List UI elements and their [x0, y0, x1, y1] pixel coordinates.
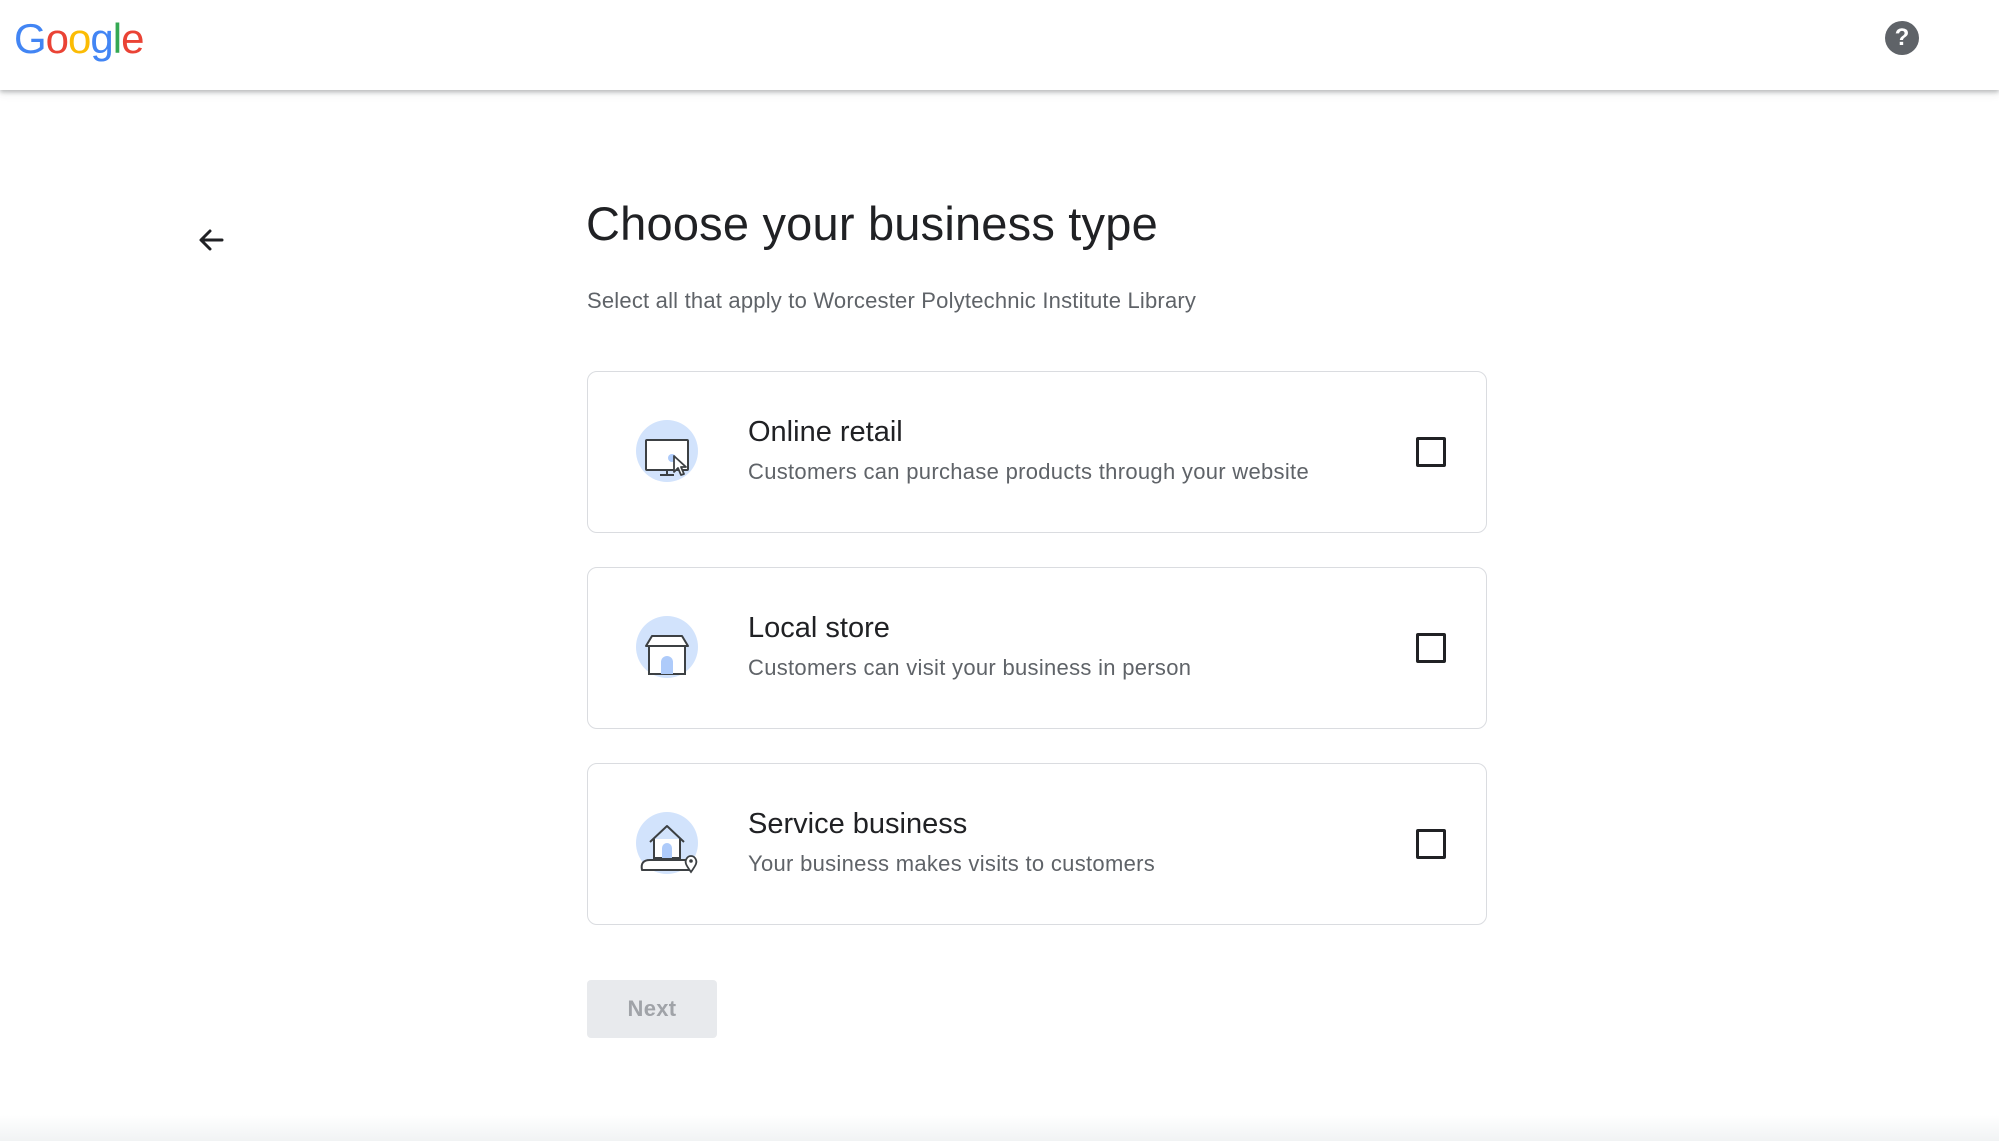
arrow-left-icon — [199, 229, 224, 251]
top-app-bar: Google ? — [0, 0, 1999, 90]
page-subtitle: Select all that apply to Worcester Polyt… — [587, 288, 1197, 313]
logo-letter-6: e — [121, 15, 144, 62]
local-store-checkbox[interactable] — [1416, 633, 1446, 663]
option-description: Customers can visit your business in per… — [748, 655, 1192, 680]
logo-letter-2: o — [45, 15, 69, 62]
logo-letter-4: g — [90, 15, 113, 62]
page-title: Choose your business type — [586, 197, 1158, 250]
option-description: Customers can purchase products through … — [748, 459, 1309, 484]
local-store-icon — [636, 616, 698, 678]
footer-shade — [0, 1115, 1999, 1141]
service-business-icon — [636, 812, 698, 874]
option-label: Online retail — [748, 416, 903, 448]
next-button[interactable]: Next — [587, 980, 717, 1038]
logo-letter-5: l — [112, 15, 122, 62]
online-retail-icon — [636, 420, 698, 482]
option-online-retail[interactable]: Online retail Customers can purchase pro… — [587, 371, 1487, 533]
help-icon[interactable]: ? — [1885, 21, 1919, 55]
option-label: Local store — [748, 612, 890, 644]
logo-letter-1: G — [14, 15, 47, 62]
option-label: Service business — [748, 808, 968, 840]
service-business-checkbox[interactable] — [1416, 829, 1446, 859]
logo-letter-3: o — [68, 15, 91, 62]
option-local-store[interactable]: Local store Customers can visit your bus… — [587, 567, 1487, 729]
option-description: Your business makes visits to customers — [748, 851, 1156, 876]
google-logo[interactable]: Google — [14, 14, 144, 64]
option-service-business[interactable]: Service business Your business makes vis… — [587, 763, 1487, 925]
online-retail-checkbox[interactable] — [1416, 437, 1446, 467]
back-button[interactable] — [190, 218, 234, 262]
